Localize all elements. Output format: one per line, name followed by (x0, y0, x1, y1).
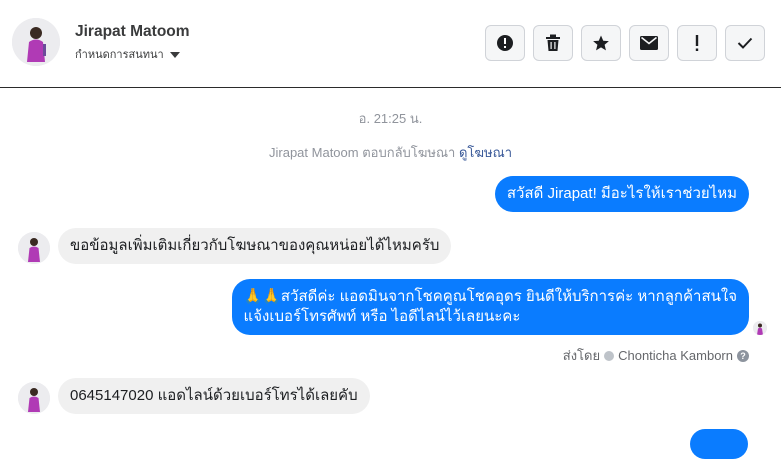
message-text: 0645147020 แอดไลน์ด้วยเบอร์โทรได้เลยคับ (70, 387, 358, 404)
sent-by-info: ส่งโดย Chonticha Kamborn ? (563, 345, 749, 366)
help-icon[interactable]: ? (737, 349, 749, 362)
sent-by-label: ส่งโดย (562, 348, 601, 363)
message-text-line: 🙏🙏สวัสดีค่ะ แอดมินจากโชคคูณโชคอุดร ยินดี… (243, 288, 737, 305)
star-icon (592, 34, 610, 52)
message-timestamp: อ. 21:25 น. (358, 111, 423, 126)
assign-label: กำหนดการสนทนา (75, 49, 164, 61)
done-button[interactable] (725, 25, 765, 61)
contact-avatar-small[interactable] (18, 232, 50, 264)
conversation-header: Jirapat Matoom กำหนดการสนทนา (0, 0, 781, 88)
outgoing-message-partial[interactable] (690, 429, 748, 459)
message-thread[interactable]: อ. 21:25 น. Jirapat Matoom ตอบกลับโฆษณา … (0, 89, 781, 459)
contact-name[interactable]: Jirapat Matoom (75, 23, 190, 41)
seen-avatar (753, 321, 767, 335)
exclamation-icon (694, 34, 700, 52)
message-text-line: แจ้งเบอร์โทรศัพท์ หรือ ไอดีไลน์ไว้เลยนะค… (243, 308, 521, 325)
contact-avatar[interactable] (12, 18, 60, 66)
agent-avatar-icon (604, 350, 615, 361)
outgoing-message[interactable]: สวัสดี Jirapat! มีอะไรให้เราช่วยไหม (494, 176, 749, 212)
spam-button[interactable] (485, 25, 525, 61)
incoming-message[interactable]: 0645147020 แอดไลน์ด้วยเบอร์โทรได้เลยคับ (58, 378, 370, 414)
mark-unread-button[interactable] (629, 25, 669, 61)
envelope-icon (640, 36, 658, 50)
delete-button[interactable] (533, 25, 573, 61)
sent-by-name[interactable]: Chonticha Kamborn (618, 348, 733, 363)
alert-circle-icon (496, 34, 514, 52)
contact-avatar-small[interactable] (18, 382, 50, 414)
ad-reply-text: Jirapat Matoom ตอบกลับโฆษณา (269, 145, 456, 160)
outgoing-message[interactable]: 🙏🙏สวัสดีค่ะ แอดมินจากโชคคูณโชคอุดร ยินดี… (231, 279, 749, 335)
check-icon (737, 37, 753, 49)
star-button[interactable] (581, 25, 621, 61)
view-ad-link[interactable]: ดูโฆษณา (459, 145, 512, 160)
chevron-down-icon (169, 52, 180, 58)
incoming-message[interactable]: ขอข้อมูลเพิ่มเติมเกี่ยวกับโฆษณาของคุณหน่… (58, 228, 452, 264)
follow-up-button[interactable] (677, 25, 717, 61)
assign-conversation-dropdown[interactable]: กำหนดการสนทนา (75, 45, 180, 63)
message-text: สวัสดี Jirapat! มีอะไรให้เราช่วยไหม (506, 185, 737, 202)
header-actions (485, 25, 765, 61)
ad-reply-notice: Jirapat Matoom ตอบกลับโฆษณา ดูโฆษณา (0, 142, 781, 163)
trash-icon (545, 34, 561, 52)
message-text: ขอข้อมูลเพิ่มเติมเกี่ยวกับโฆษณาของคุณหน่… (70, 237, 440, 254)
